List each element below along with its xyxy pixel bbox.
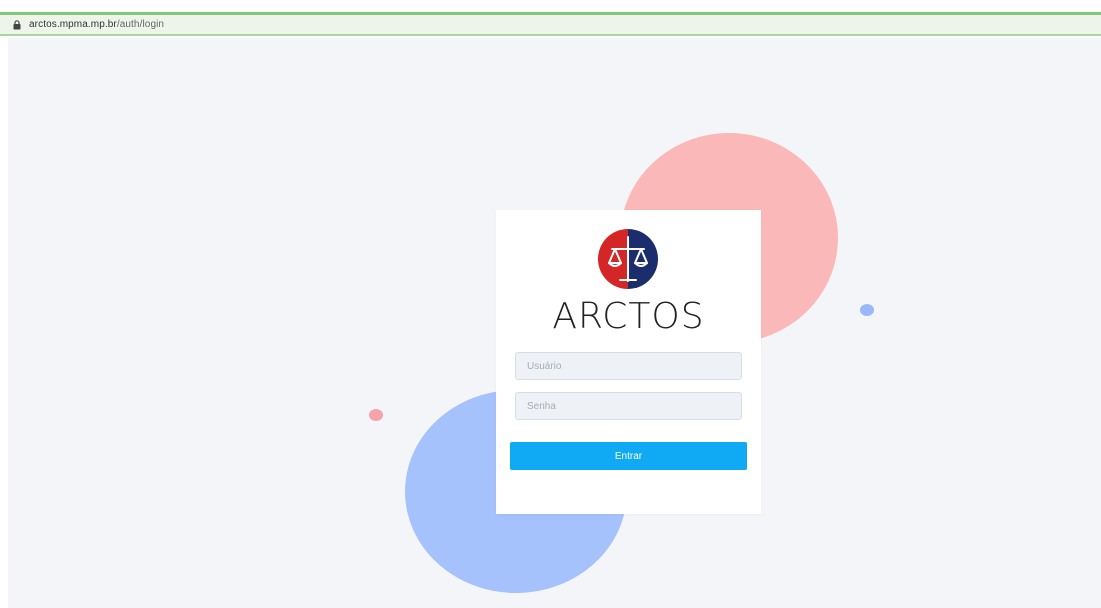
login-page: ARCTOS Entrar xyxy=(8,38,1101,608)
decorative-small-pink-dot xyxy=(369,409,383,421)
scales-of-justice-icon xyxy=(598,229,658,289)
login-button[interactable]: Entrar xyxy=(510,442,747,470)
decorative-small-blue-dot xyxy=(860,304,874,316)
login-card: ARCTOS Entrar xyxy=(496,210,761,514)
screen: arctos.mpma.mp.br/auth/login ARCTOS Usuá… xyxy=(0,0,1101,608)
username-input[interactable] xyxy=(515,352,742,380)
address-bar[interactable]: arctos.mpma.mp.br/auth/login xyxy=(0,15,1101,36)
url-host: arctos.mpma.mp.br xyxy=(29,19,117,30)
brand-title: ARCTOS xyxy=(552,296,705,337)
password-input[interactable] xyxy=(515,392,742,420)
lock-icon[interactable] xyxy=(11,19,23,31)
url-text[interactable]: arctos.mpma.mp.br/auth/login xyxy=(29,19,164,30)
url-path: /auth/login xyxy=(116,19,165,30)
